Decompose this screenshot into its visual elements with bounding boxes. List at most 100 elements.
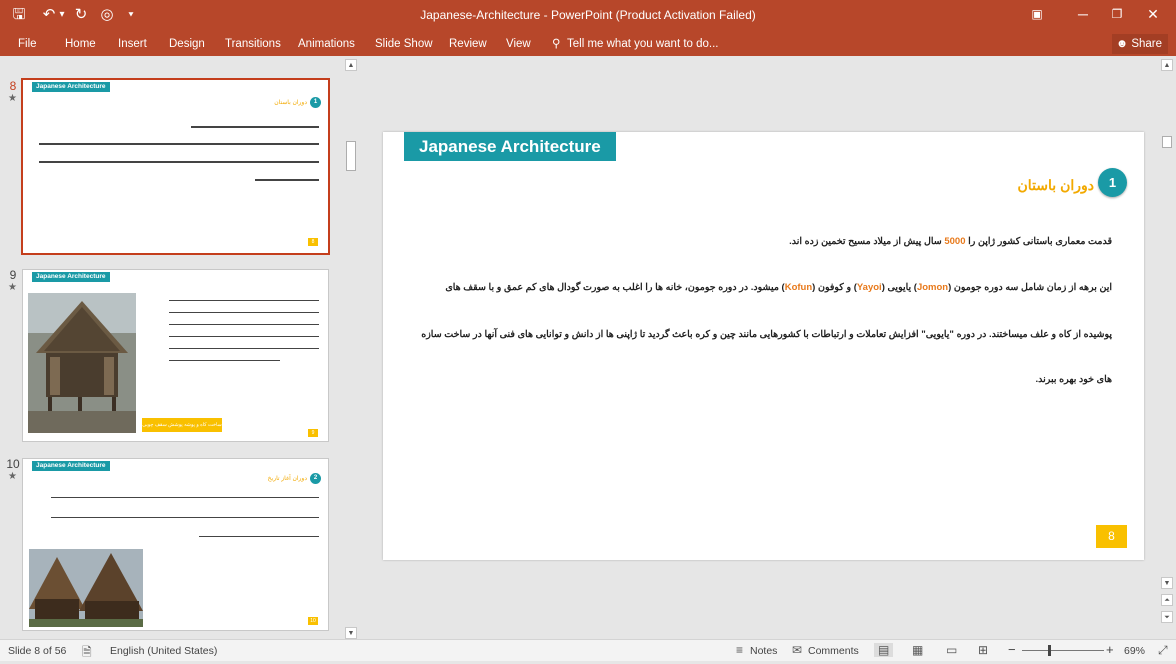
notes-button[interactable]: Notes	[750, 645, 777, 657]
thumbnail-header: Japanese Architecture	[32, 82, 110, 92]
thumbnail-text-line	[169, 360, 280, 361]
para2-kofun: Kofun	[784, 282, 813, 293]
thumatched-house-image	[28, 293, 136, 433]
share-label: Share	[1131, 38, 1162, 50]
section-number-circle[interactable]: 1	[1098, 168, 1127, 197]
thumbnail-text-line	[191, 126, 319, 128]
zoom-in-button[interactable]: +	[1106, 642, 1114, 657]
para2-text-a: این برهه از زمان شامل سه دوره جومون (	[948, 282, 1112, 293]
para2-jomon: Jomon	[916, 282, 949, 293]
previous-slide-icon[interactable]: ⏶	[1161, 594, 1173, 606]
zoom-slider-thumb[interactable]	[1047, 645, 1051, 656]
thumbnail-subtitle: دوران آغاز تاریخ	[267, 476, 307, 482]
fit-slide-icon[interactable]: ⤢	[1158, 643, 1168, 658]
scroll-down-icon[interactable]: ▼	[1161, 577, 1173, 589]
thumbnail-slide-10[interactable]: Japanese Architecture 2 دوران آغاز تاریخ…	[22, 458, 329, 631]
thumbnail-text-line	[169, 348, 319, 349]
zoom-slider[interactable]	[1022, 645, 1104, 656]
thumbnail-circle: 2	[310, 473, 321, 484]
tab-transitions[interactable]: Transitions	[225, 34, 281, 54]
thumbnail-text-line	[169, 300, 319, 301]
thumbnail-header: Japanese Architecture	[32, 461, 110, 471]
language-indicator[interactable]: English (United States)	[110, 645, 217, 657]
lightbulb-icon: ⚲	[552, 38, 561, 50]
tab-home[interactable]: Home	[65, 34, 96, 54]
thumbnail-number: 10	[6, 457, 20, 471]
scroll-up-icon[interactable]: ▲	[345, 59, 357, 71]
ribbon-display-options-icon[interactable]: ▣	[1014, 0, 1060, 30]
animation-star-icon: ★	[8, 282, 17, 293]
thumbnail-text-line	[39, 161, 319, 163]
next-slide-icon[interactable]: ⏷	[1161, 611, 1173, 623]
thumbnail-number: 8	[9, 79, 17, 93]
slide-counter: Slide 8 of 56	[8, 645, 67, 657]
thumbnail-text-line	[51, 517, 319, 518]
scrollbar-thumb[interactable]	[1162, 136, 1172, 148]
thumbnail-number: 9	[9, 268, 17, 282]
comments-icon: ✉	[792, 643, 803, 657]
slide-show-icon[interactable]: ⊞	[978, 643, 988, 657]
save-icon[interactable]: 🖫	[8, 4, 30, 26]
para2-yayoi: Yayoi	[856, 282, 882, 293]
thumbnail-slide-9[interactable]: Japanese Architecture ساخت کاه و پوشه پو…	[22, 269, 329, 442]
slide-subtitle[interactable]: دوران باستان	[1018, 177, 1094, 194]
thumbnail-circle: 1	[310, 97, 321, 108]
thumbnail-text-line	[199, 536, 319, 537]
redo-icon[interactable]: ↻	[70, 4, 92, 26]
para2-text-b: ) یایویی (	[881, 282, 917, 293]
para2-text-d: ) میشود. در دوره جومون، خانه ها را اغلب …	[445, 282, 785, 293]
thumbnail-scrollbar[interactable]: ▲ ▼	[344, 56, 358, 639]
comments-button[interactable]: Comments	[808, 645, 859, 657]
scroll-down-icon[interactable]: ▼	[345, 627, 357, 639]
tab-insert[interactable]: Insert	[118, 34, 147, 54]
thumbnail-text-line	[169, 336, 319, 337]
scrollbar-thumb[interactable]	[346, 141, 356, 171]
tab-file[interactable]: File	[18, 34, 37, 54]
slide-paragraph-4[interactable]: های خود بهره ببرند.	[1035, 374, 1112, 385]
zoom-level[interactable]: 69%	[1124, 645, 1145, 657]
share-button[interactable]: ☻ Share	[1112, 34, 1168, 54]
para1-text-b: سال پیش از میلاد مسیح تخمین زده اند.	[789, 236, 942, 247]
thumbnail-text-line	[39, 143, 319, 145]
current-slide[interactable]: Japanese Architecture 1 دوران باستان قدم…	[383, 132, 1144, 560]
tab-view[interactable]: View	[506, 34, 531, 54]
status-bar: Slide 8 of 56 🗎 English (United States) …	[0, 639, 1176, 661]
slide-paragraph-3[interactable]: پوشیده از کاه و علف میساختند. در دوره "ی…	[421, 329, 1112, 340]
slide-paragraph-1[interactable]: قدمت معماری باستانی کشور ژاپن را 5000 سا…	[789, 236, 1112, 247]
thumbnail-header: Japanese Architecture	[32, 272, 110, 282]
undo-dropdown-icon[interactable]: ▾	[56, 4, 68, 26]
tab-design[interactable]: Design	[169, 34, 205, 54]
scroll-up-icon[interactable]: ▲	[1161, 59, 1173, 71]
slide-scrollbar[interactable]: ▲ ▼ ⏶ ⏷	[1160, 56, 1174, 639]
para1-text-a: قدمت معماری باستانی کشور ژاپن را	[968, 236, 1112, 247]
thumbnail-text-line	[169, 324, 319, 325]
tell-me-box[interactable]: Tell me what you want to do...	[567, 34, 719, 54]
thumbnail-subtitle: دوران باستان	[274, 100, 307, 106]
para2-text-c: ) و کوفون (	[812, 282, 857, 293]
thumbnail-image-caption: ساخت کاه و پوشه پوشش سقف چوبی	[142, 418, 222, 432]
reading-view-icon[interactable]: ▭	[946, 643, 957, 657]
thumbnail-page-number: 10	[308, 617, 318, 625]
present-from-start-icon[interactable]: ◎	[96, 4, 118, 26]
slide-thumbnails-pane: 8 ★ Japanese Architecture 1 دوران باستان…	[0, 56, 360, 639]
thumbnail-text-line	[255, 179, 319, 181]
normal-view-icon[interactable]: ▤	[874, 643, 894, 657]
thumbnail-slide-8[interactable]: Japanese Architecture 1 دوران باستان 8	[21, 78, 330, 255]
zoom-out-button[interactable]: −	[1008, 642, 1016, 657]
tab-review[interactable]: Review	[449, 34, 487, 54]
title-bar: 🖫 ↶ ▾ ↻ ◎ ⯆ Japanese-Architecture - Powe…	[0, 0, 1176, 30]
thumbnail-page-number: 8	[308, 238, 318, 246]
tab-animations[interactable]: Animations	[298, 34, 355, 54]
close-button[interactable]: ✕	[1130, 0, 1176, 30]
thumbnail-page-number: 9	[308, 429, 318, 437]
thumbnail-text-line	[169, 312, 319, 313]
thumbnail-text-line	[51, 497, 319, 498]
ribbon-tabs: File Home Insert Design Transitions Anim…	[0, 30, 1176, 56]
slide-header[interactable]: Japanese Architecture	[404, 132, 616, 161]
gassho-house-image	[29, 549, 143, 627]
tab-slide-show[interactable]: Slide Show	[375, 34, 433, 54]
slide-sorter-icon[interactable]: ▦	[912, 643, 923, 657]
customize-qat-icon[interactable]: ⯆	[120, 4, 142, 26]
slide-paragraph-2[interactable]: این برهه از زمان شامل سه دوره جومون (Jom…	[445, 282, 1112, 293]
notes-icon: ≡	[736, 643, 744, 657]
